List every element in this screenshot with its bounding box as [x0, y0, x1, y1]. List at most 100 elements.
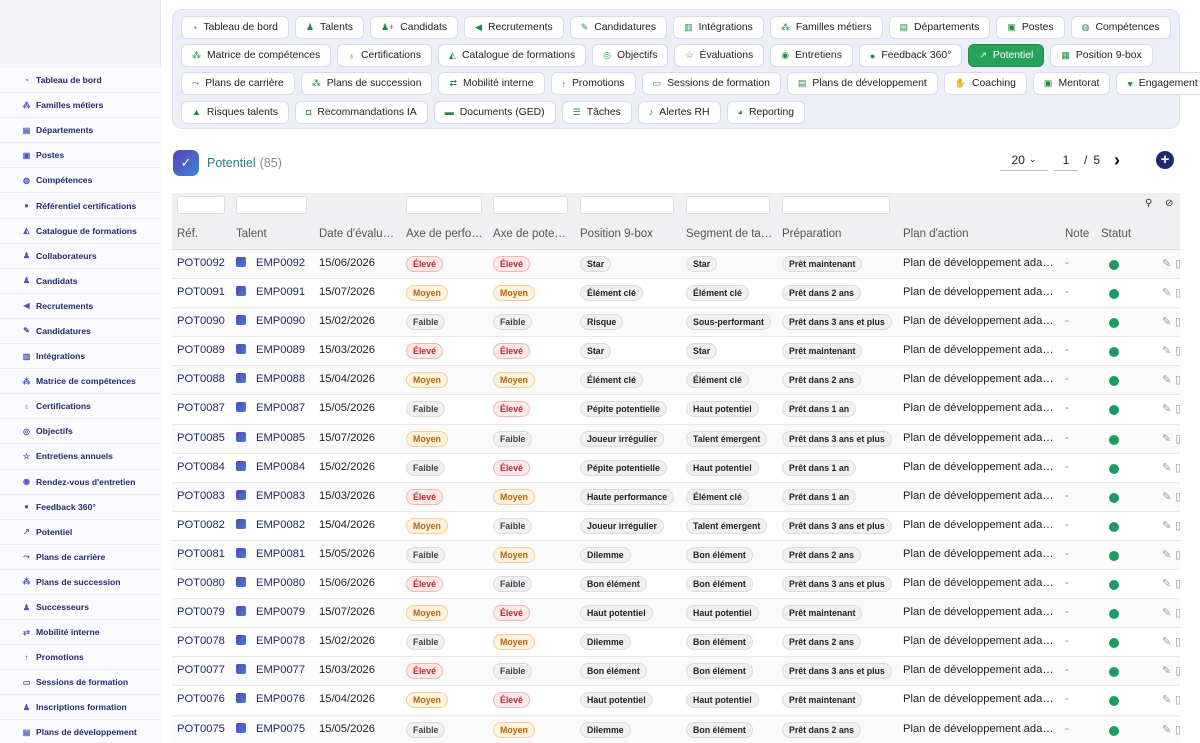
sidebar-item[interactable]: ♟ Successeurs [0, 594, 161, 621]
sidebar-item[interactable]: ◎ Objectifs [0, 419, 161, 445]
table-row[interactable]: POT0088 EMP0088 15/04/2026 Moyen Moyen Élémen… [172, 366, 1180, 396]
sidebar-item[interactable]: ⇄ Mobilité interne [0, 620, 161, 646]
table-row[interactable]: POT0090 EMP0090 15/02/2026 Faible Faible Risq… [172, 308, 1180, 338]
table-row[interactable]: POT0076 EMP0076 15/04/2026 Moyen Élevé Haut p… [172, 686, 1180, 716]
sidebar-item[interactable]: ⁂ Familles métiers [0, 93, 161, 119]
delete-trash-icon[interactable]: ▯ [1175, 693, 1180, 706]
tab-mentor[interactable]: ▣ Mentorat [1032, 72, 1111, 96]
ref-cell[interactable]: POT0089 [177, 344, 225, 356]
tab-brain[interactable]: ◍ Compétences [1070, 16, 1171, 39]
sidebar-item[interactable]: ▣ Postes [0, 143, 161, 169]
talent-cell[interactable]: EMP0080 [236, 577, 305, 589]
edit-pencil-icon[interactable]: ✎ [1162, 723, 1171, 736]
tab-handshake[interactable]: ✋ Coaching [943, 72, 1027, 96]
column-header[interactable]: Date d'évalu… [319, 228, 394, 240]
edit-pencil-icon[interactable]: ✎ [1162, 577, 1171, 590]
table-row[interactable]: POT0078 EMP0078 15/02/2026 Faible Moyen Dilem… [172, 628, 1180, 658]
tab-user-tie[interactable]: ♟ Talents [294, 16, 364, 39]
sidebar-item[interactable]: ◔ Tableau de bord [0, 68, 161, 94]
sidebar-item[interactable]: ✎ Candidatures [0, 318, 161, 345]
ref-cell[interactable]: POT0083 [177, 490, 225, 502]
table-row[interactable]: POT0075 EMP0075 15/05/2026 Faible Moyen Dilem… [172, 715, 1180, 743]
edit-pencil-icon[interactable]: ✎ [1162, 606, 1171, 619]
add-record-plus-icon[interactable]: + [1156, 151, 1174, 169]
sidebar-item[interactable]: ● Référentiel certifications [0, 193, 161, 219]
tab-matrix[interactable]: ⁂ Matrice de compétences [181, 44, 332, 68]
tab-tasks[interactable]: ☰ Tâches [561, 100, 632, 124]
sidebar-item[interactable]: ◉ Rendez-vous d'entretien [0, 469, 161, 495]
tab-comment[interactable]: ● Feedback 360° [858, 44, 963, 68]
sidebar-item[interactable]: ♟ Inscriptions formation [0, 695, 161, 721]
tab-dashboard[interactable]: ◔ Tableau de bord [181, 16, 289, 39]
column-filter-input[interactable] [686, 196, 770, 214]
ref-cell[interactable]: POT0091 [177, 286, 225, 298]
talent-cell[interactable]: EMP0075 [236, 722, 305, 735]
edit-pencil-icon[interactable]: ✎ [1162, 461, 1171, 474]
edit-pencil-icon[interactable]: ✎ [1162, 432, 1171, 445]
delete-trash-icon[interactable]: ▯ [1175, 315, 1180, 328]
sidebar-item[interactable]: ♟ Collaborateurs [0, 243, 161, 269]
talent-cell[interactable]: EMP0085 [236, 431, 305, 444]
edit-pencil-icon[interactable]: ✎ [1162, 402, 1171, 415]
delete-trash-icon[interactable]: ▯ [1175, 635, 1180, 648]
tab-star[interactable]: ☆ Évaluations [674, 44, 765, 68]
table-row[interactable]: POT0082 EMP0082 15/04/2026 Moyen Faible Joueu… [172, 512, 1180, 541]
table-row[interactable]: POT0077 EMP0077 15/03/2026 Élevé Faible Bon é… [172, 657, 1180, 687]
tab-folder[interactable]: ▬ Documents (GED) [433, 100, 556, 124]
ref-cell[interactable]: POT0090 [177, 315, 225, 327]
talent-cell[interactable]: EMP0092 [236, 257, 305, 269]
sidebar-item[interactable]: ☆ Entretiens annuels [0, 444, 161, 470]
column-header[interactable]: Statut [1101, 228, 1131, 240]
edit-pencil-icon[interactable]: ✎ [1162, 257, 1171, 270]
edit-pencil-icon[interactable]: ✎ [1162, 519, 1171, 532]
tab-comments[interactable]: ◉ Entretiens [770, 44, 853, 68]
tab-graduation-cap[interactable]: ◭ Catalogue de formations [438, 44, 587, 68]
tab-target[interactable]: ◎ Objectifs [592, 44, 669, 68]
sidebar-item[interactable]: ⤳ Plans de carrière [0, 544, 161, 570]
column-header[interactable]: Axe de perfo… [406, 228, 483, 240]
current-page-input[interactable]: 1 [1054, 149, 1078, 171]
delete-trash-icon[interactable]: ▯ [1175, 577, 1180, 590]
ref-cell[interactable]: POT0087 [177, 402, 225, 414]
search-icon[interactable]: ⚲ [1145, 198, 1152, 209]
talent-cell[interactable]: EMP0088 [236, 373, 305, 385]
delete-trash-icon[interactable]: ▯ [1175, 286, 1180, 299]
talent-cell[interactable]: EMP0087 [236, 402, 305, 414]
ref-cell[interactable]: POT0081 [177, 548, 225, 560]
table-row[interactable]: POT0089 EMP0089 15/03/2026 Élevé Élevé Star St… [172, 337, 1180, 367]
sidebar-item[interactable]: ⁂ Plans de succession [0, 569, 161, 595]
column-filter-input[interactable] [782, 196, 890, 214]
sidebar-item[interactable]: ● Feedback 360° [0, 494, 161, 520]
sidebar-item[interactable]: ♁ Certifications [0, 394, 161, 420]
table-row[interactable]: POT0087 EMP0087 15/05/2026 Faible Élevé Pépit… [172, 395, 1180, 425]
talent-cell[interactable]: EMP0090 [236, 315, 305, 327]
tab-user-plus[interactable]: ♟+ Candidats [369, 16, 459, 39]
ref-cell[interactable]: POT0079 [177, 606, 225, 618]
ref-cell[interactable]: POT0085 [177, 432, 225, 444]
sidebar-item[interactable]: ◭ Catalogue de formations [0, 218, 161, 244]
edit-pencil-icon[interactable]: ✎ [1162, 315, 1171, 328]
tab-door-open[interactable]: ▥ Intégrations [673, 16, 764, 39]
delete-trash-icon[interactable]: ▯ [1175, 344, 1180, 357]
tab-award[interactable]: ♁ Certifications [337, 44, 433, 68]
ref-cell[interactable]: POT0077 [177, 664, 225, 676]
delete-trash-icon[interactable]: ▯ [1175, 723, 1180, 736]
edit-pencil-icon[interactable]: ✎ [1162, 664, 1171, 677]
delete-trash-icon[interactable]: ▯ [1175, 461, 1180, 474]
sidebar-item[interactable]: ⁂ Matrice de compétences [0, 369, 161, 395]
sidebar-item[interactable]: ◍ Compétences [0, 168, 161, 194]
tab-route[interactable]: ⤳ Plans de carrière [181, 72, 295, 96]
talent-cell[interactable]: EMP0089 [236, 344, 305, 356]
column-header[interactable]: Talent [236, 228, 267, 240]
edit-pencil-icon[interactable]: ✎ [1162, 490, 1171, 503]
talent-cell[interactable]: EMP0083 [236, 489, 305, 502]
table-row[interactable]: POT0083 EMP0083 15/03/2026 Élevé Moyen Haute … [172, 482, 1180, 512]
ref-cell[interactable]: POT0075 [177, 723, 225, 735]
table-row[interactable]: POT0081 EMP0081 15/05/2026 Faible Moyen Dilem… [172, 540, 1180, 571]
sidebar-item[interactable]: ▤ Départements [0, 118, 161, 144]
ref-cell[interactable]: POT0084 [177, 461, 225, 473]
tab-file-signature[interactable]: ✎ Candidatures [569, 16, 668, 39]
edit-pencil-icon[interactable]: ✎ [1162, 635, 1171, 648]
ref-cell[interactable]: POT0078 [177, 635, 225, 647]
talent-cell[interactable]: EMP0091 [236, 286, 305, 298]
